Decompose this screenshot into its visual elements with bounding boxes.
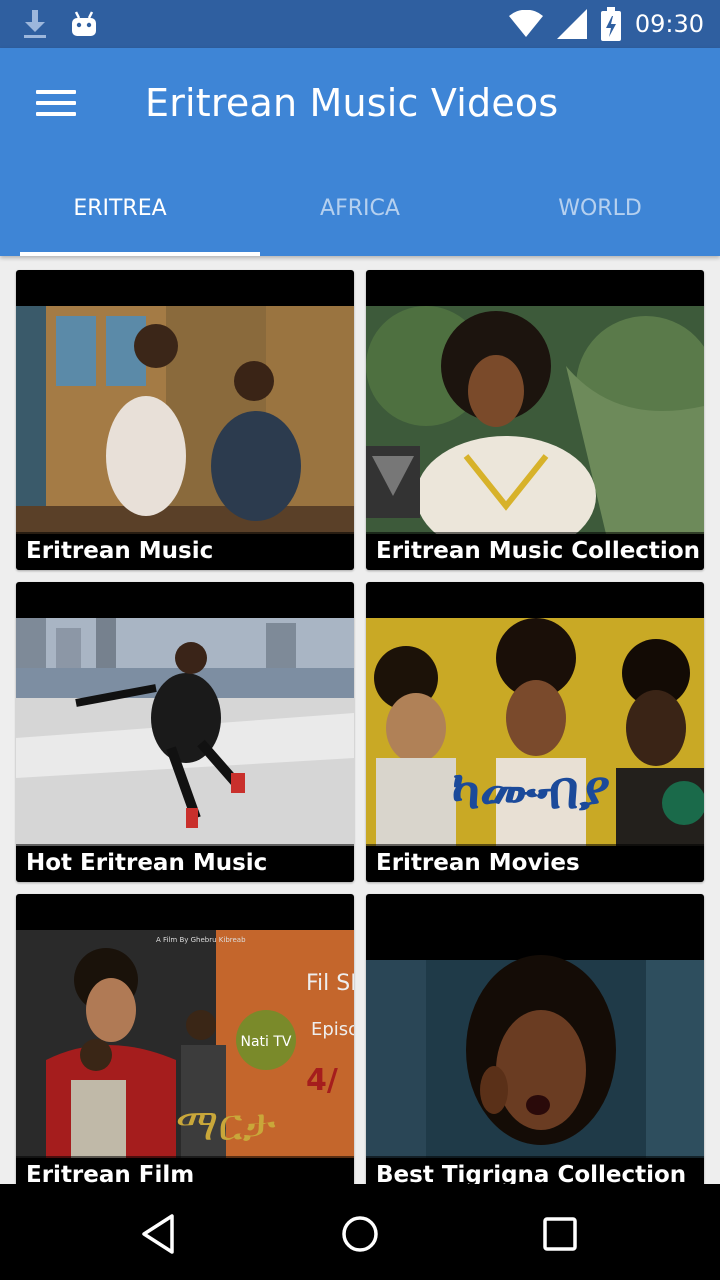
- wifi-icon: [508, 10, 543, 37]
- category-card-hot-eritrean-music[interactable]: Hot Eritrean Music: [16, 582, 354, 882]
- thumbnail-number-text: 4/: [306, 1063, 338, 1098]
- home-icon[interactable]: [336, 1210, 384, 1258]
- card-title: Eritrean Movies: [366, 844, 704, 882]
- category-card-eritrean-movies[interactable]: ካሙብያ Eritrean Movies: [366, 582, 704, 882]
- video-category-grid: Eritrean Music Eritrean Music Collection: [16, 270, 704, 1194]
- status-bar: 09:30: [0, 0, 720, 48]
- category-card-eritrean-music[interactable]: Eritrean Music: [16, 270, 354, 570]
- tab-africa[interactable]: AFRICA: [240, 160, 480, 256]
- app-bar: Eritrean Music Videos ERITREA AFRICA WOR…: [0, 48, 720, 256]
- tab-eritrea[interactable]: ERITREA: [0, 160, 260, 256]
- thumbnail-image: [16, 306, 354, 534]
- android-icon: [72, 11, 96, 36]
- thumbnail-image: [366, 306, 704, 534]
- card-title: Eritrean Music: [16, 532, 354, 570]
- status-time: 09:30: [634, 10, 704, 38]
- thumbnail-series-text: Fil SERIES: [306, 971, 354, 996]
- card-title: Eritrean Music Collection: [366, 532, 704, 570]
- thumbnail-image: [16, 618, 354, 846]
- category-card-best-tigrigna-collection[interactable]: Best Tigrigna Collection: [366, 894, 704, 1194]
- thumbnail-badge-text: Nati TV: [240, 1034, 291, 1050]
- thumbnail-image: ካሙብያ: [366, 618, 704, 846]
- tab-world[interactable]: WORLD: [480, 160, 720, 256]
- hamburger-menu-icon[interactable]: [36, 90, 76, 122]
- battery-icon: [600, 7, 621, 41]
- thumbnail-image: [366, 955, 704, 1158]
- app-title: Eritrean Music Videos: [145, 81, 559, 125]
- download-icon: [24, 10, 46, 38]
- system-navigation-bar: [0, 1184, 720, 1280]
- recents-icon[interactable]: [536, 1210, 584, 1258]
- thumbnail-image: A Film By Ghebru Kibreab Fil SERIES Epis…: [16, 930, 354, 1158]
- thumbnail-caption-text: A Film By Ghebru Kibreab: [156, 936, 246, 944]
- tab-bar: ERITREA AFRICA WORLD: [0, 160, 720, 256]
- thumbnail-title-text: ማርታ: [176, 1100, 276, 1151]
- category-card-eritrean-film[interactable]: A Film By Ghebru Kibreab Fil SERIES Epis…: [16, 894, 354, 1194]
- signal-icon: [556, 9, 587, 39]
- thumbnail-title-text: ካሙብያ: [452, 761, 610, 821]
- back-icon[interactable]: [136, 1210, 184, 1258]
- thumbnail-episode-text: Episo: [311, 1019, 354, 1040]
- card-title: Hot Eritrean Music: [16, 844, 354, 882]
- category-card-eritrean-music-collection[interactable]: Eritrean Music Collection: [366, 270, 704, 570]
